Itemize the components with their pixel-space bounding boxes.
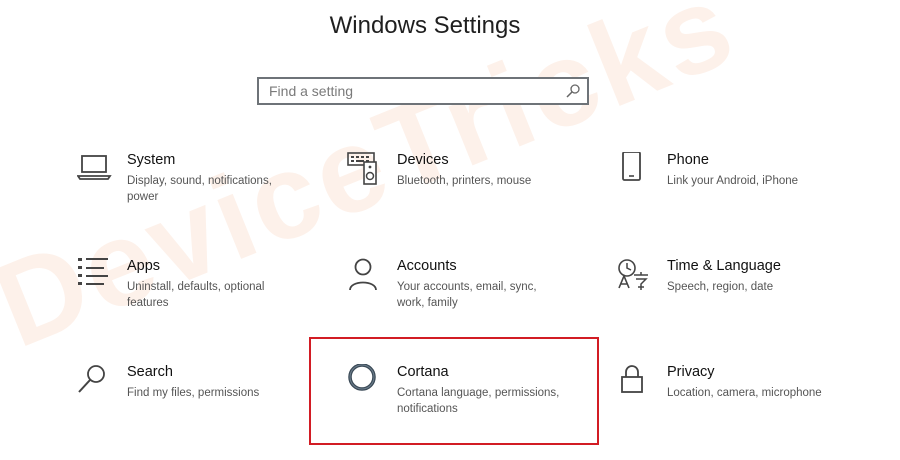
tile-description: Bluetooth, printers, mouse <box>397 175 532 187</box>
search-input[interactable] <box>259 79 569 103</box>
tile-apps[interactable]: Apps Uninstall, defaults, optional featu… <box>77 258 327 348</box>
tile-privacy[interactable]: Privacy Location, camera, microphone <box>617 364 867 454</box>
tile-title: System <box>127 152 176 168</box>
laptop-icon <box>77 152 113 188</box>
tile-title: Apps <box>127 258 161 274</box>
search-icon[interactable] <box>565 83 581 99</box>
tile-description: Your accounts, email, sync, work, family <box>397 281 537 309</box>
tile-title: Privacy <box>667 364 715 380</box>
keyboard-speaker-icon <box>347 152 383 188</box>
tile-title: Devices <box>397 152 449 168</box>
tile-description: Display, sound, notifications, power <box>127 175 272 203</box>
tile-search[interactable]: Search Find my files, permissions <box>77 364 327 454</box>
lock-icon <box>617 364 653 400</box>
time-language-icon <box>617 258 653 294</box>
tile-system[interactable]: System Display, sound, notifications, po… <box>77 152 327 242</box>
apps-list-icon <box>77 258 113 294</box>
tile-time-language[interactable]: Time & Language Speech, region, date <box>617 258 867 348</box>
tile-description: Location, camera, microphone <box>667 387 822 399</box>
phone-icon <box>617 152 653 188</box>
search-box[interactable] <box>257 77 589 105</box>
tile-phone[interactable]: Phone Link your Android, iPhone <box>617 152 867 242</box>
magnifier-icon <box>77 364 113 400</box>
tile-title: Time & Language <box>667 258 781 274</box>
cortana-highlight-box <box>309 337 599 445</box>
person-icon <box>347 258 383 294</box>
page-title: Windows Settings <box>329 12 521 39</box>
tile-title: Search <box>127 364 173 380</box>
tile-description: Speech, region, date <box>667 281 774 293</box>
tile-title: Phone <box>667 152 709 168</box>
tile-devices[interactable]: Devices Bluetooth, printers, mouse <box>347 152 597 242</box>
tile-description: Link your Android, iPhone <box>667 175 799 187</box>
tile-description: Find my files, permissions <box>127 387 260 399</box>
tile-description: Uninstall, defaults, optional features <box>127 281 265 309</box>
tile-title: Accounts <box>397 258 457 274</box>
tile-accounts[interactable]: Accounts Your accounts, email, sync, wor… <box>347 258 597 348</box>
